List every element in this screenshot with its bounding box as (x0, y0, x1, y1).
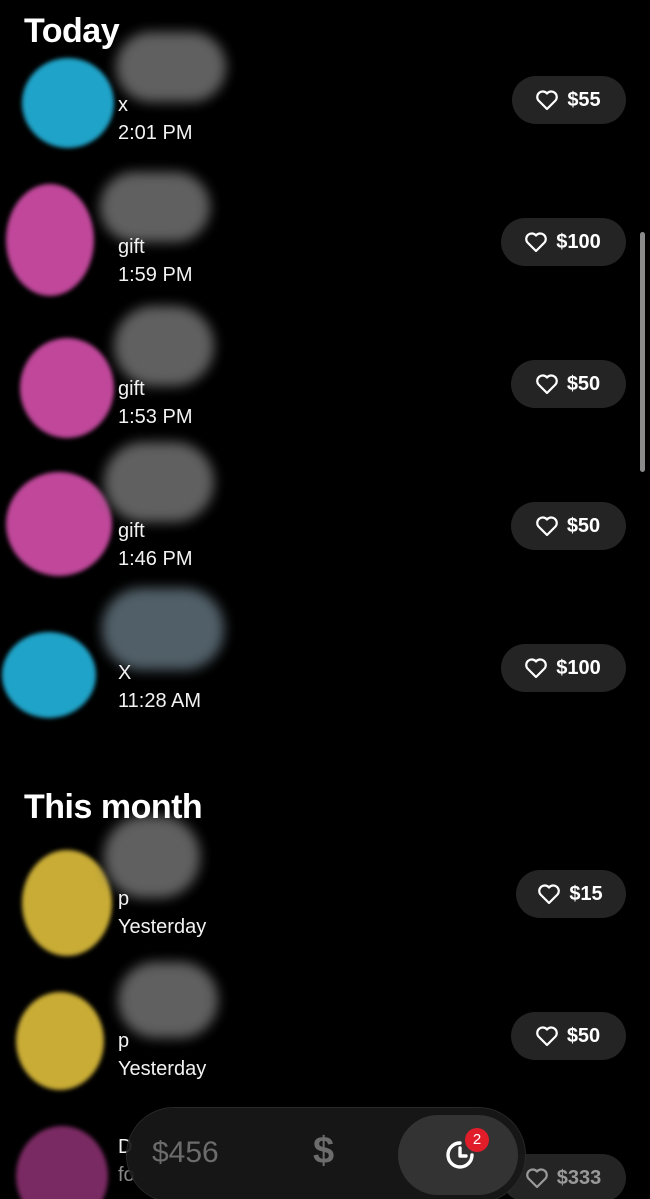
payment-note: gift (118, 520, 145, 542)
avatar (16, 1126, 108, 1199)
payment-time: 1:46 PM (118, 548, 193, 570)
section-title-this-month: This month (24, 788, 203, 826)
heart-icon (525, 1168, 548, 1189)
payment-note: gift (118, 236, 145, 258)
heart-icon (525, 658, 548, 679)
payment-note: gift (118, 378, 145, 400)
avatar (22, 850, 112, 956)
payment-time: 1:53 PM (118, 406, 193, 428)
amount-label: $55 (567, 88, 601, 111)
list-item[interactable]: x 2:01 PM $55 (0, 30, 650, 170)
like-amount-button[interactable]: $100 (501, 644, 626, 692)
heart-icon (536, 90, 559, 111)
notification-badge: 2 (465, 1128, 489, 1152)
payment-time: Yesterday (118, 1058, 207, 1080)
list-item[interactable]: p Yesterday $15 (0, 816, 650, 966)
like-amount-button[interactable]: $50 (511, 1012, 626, 1060)
activity-tab[interactable]: 2 (398, 1115, 518, 1195)
amount-label: $50 (566, 372, 601, 395)
payment-time: 11:28 AM (118, 690, 202, 712)
blurred-name (102, 588, 224, 670)
like-amount-button[interactable]: $50 (511, 502, 626, 550)
payment-note: p (118, 1030, 130, 1052)
amount-label: $100 (556, 230, 601, 253)
balance-tab[interactable]: $456 (152, 1136, 219, 1170)
blurred-name (104, 442, 214, 522)
like-amount-button[interactable]: $15 (516, 870, 626, 918)
money-tab-icon[interactable]: $ (313, 1130, 334, 1173)
blurred-name (116, 32, 226, 102)
list-item[interactable]: gift 1:46 PM $50 (0, 442, 650, 596)
list-item[interactable]: X 11:28 AM $100 (0, 588, 650, 738)
payment-time: Yesterday (118, 916, 207, 938)
blurred-name (114, 306, 214, 386)
section-title-today: Today (24, 12, 120, 50)
heart-icon (535, 1026, 558, 1047)
activity-screen: Today x 2:01 PM $55 gift 1:59 PM $100 gi… (0, 0, 650, 1199)
heart-icon (535, 516, 558, 537)
like-amount-button[interactable]: $50 (511, 360, 626, 408)
list-item[interactable]: gift 1:59 PM $100 (0, 172, 650, 312)
payment-time: 2:01 PM (118, 122, 193, 144)
amount-label: $100 (556, 656, 601, 679)
amount-label: $50 (566, 1024, 601, 1047)
avatar (22, 58, 114, 148)
payment-note: p (118, 888, 130, 910)
avatar (6, 472, 112, 576)
like-amount-button[interactable]: $55 (512, 76, 626, 124)
heart-icon (535, 374, 558, 395)
avatar (16, 992, 104, 1090)
like-amount-button[interactable]: $100 (501, 218, 626, 266)
amount-label: $50 (566, 514, 601, 537)
heart-icon (538, 884, 561, 905)
list-item[interactable]: p Yesterday $50 (0, 962, 650, 1108)
list-item[interactable]: gift 1:53 PM $50 (0, 306, 650, 454)
bottom-nav: $456 $ 2 (127, 1108, 525, 1199)
payment-note: x (118, 94, 128, 116)
avatar (2, 632, 96, 718)
blurred-name (118, 962, 218, 1038)
avatar (6, 184, 94, 296)
amount-label: $15 (569, 882, 603, 905)
blurred-name (104, 816, 200, 898)
avatar (20, 338, 114, 438)
amount-label: $333 (556, 1166, 602, 1189)
heart-icon (525, 232, 548, 253)
scrollbar[interactable] (640, 232, 645, 472)
payment-time: 1:59 PM (118, 264, 193, 286)
payment-note: X (118, 662, 132, 684)
blurred-name (100, 172, 210, 242)
